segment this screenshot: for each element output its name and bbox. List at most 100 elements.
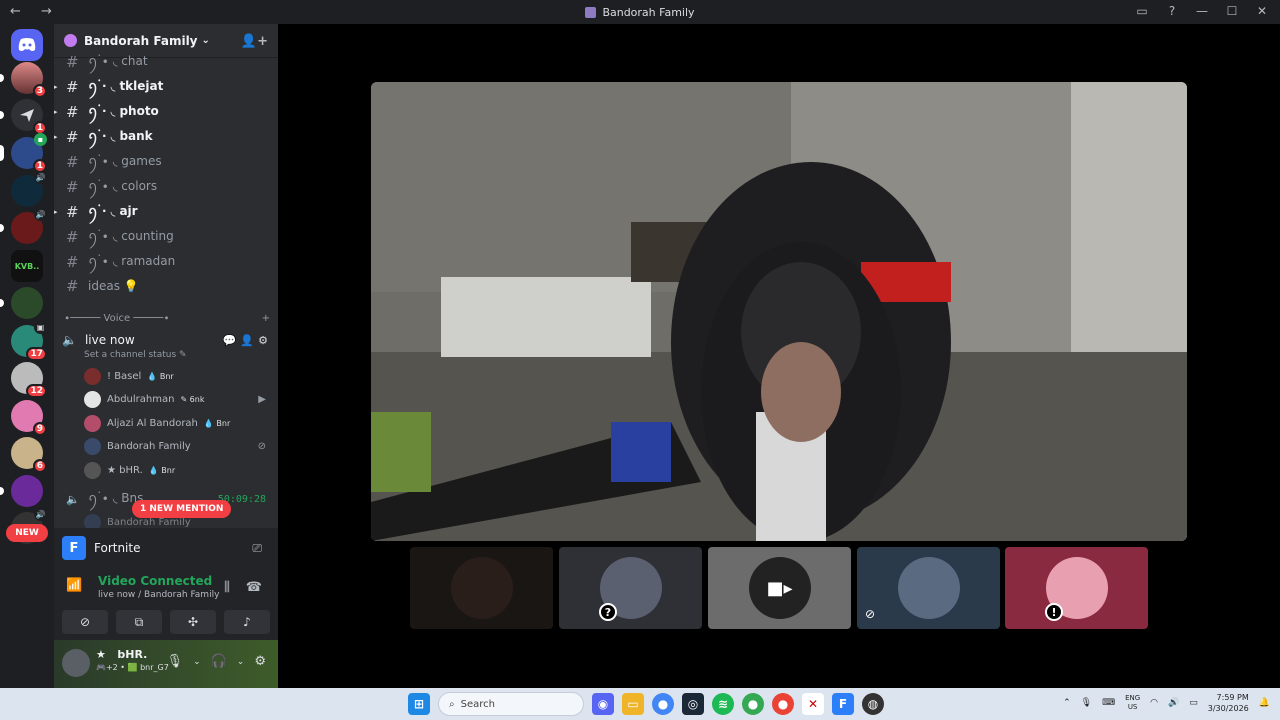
search-icon: ⌕ <box>449 698 455 710</box>
collapse-arrow-icon: ▸ <box>54 83 58 91</box>
server-7[interactable] <box>0 287 43 319</box>
activity-row[interactable]: F Fortnite ⎚ <box>62 532 270 564</box>
channel-photo[interactable]: ▸ # ꪆ۬ ∙ ◟ photo <box>54 101 278 123</box>
server-1[interactable]: 3 <box>0 62 47 98</box>
maximize-button[interactable]: ☐ <box>1224 3 1240 19</box>
channel-tklejat[interactable]: ▸ # ꪆ۬ ∙ ◟ tklejat <box>54 76 278 98</box>
chrome-icon[interactable]: ● <box>652 693 674 715</box>
discord-logo-icon <box>18 38 36 51</box>
fortnite-icon: F <box>62 536 86 560</box>
notifications-icon[interactable]: 🔔 <box>1259 698 1270 708</box>
chrome-profile-icon[interactable]: ● <box>742 693 764 715</box>
battery-icon[interactable]: ▭ <box>1189 698 1198 708</box>
gear-icon[interactable]: ⚙ <box>258 334 268 347</box>
invite-icon[interactable]: 👤+ <box>241 34 268 49</box>
server-4[interactable]: 🔊 <box>11 171 47 207</box>
microphone-icon[interactable]: 🎙 <box>167 654 184 669</box>
server-sultan[interactable]: ▣ 17 <box>11 321 47 361</box>
server-12[interactable] <box>0 475 43 507</box>
channel-ideas[interactable]: # ideas 💡 <box>54 275 278 297</box>
help-icon[interactable]: ? <box>1164 3 1180 19</box>
x-app-icon[interactable]: ✕ <box>802 693 824 715</box>
voice-user[interactable]: Abdulrahman ✎ 6nk ▶ <box>84 388 274 410</box>
windows-start-icon[interactable]: ⊞ <box>408 693 430 715</box>
avatar <box>897 557 960 619</box>
invite-icon[interactable]: 👤 <box>240 334 254 347</box>
chevron-down-icon: ⌄ <box>201 35 210 46</box>
video-camera-icon: ■▸ <box>748 557 811 619</box>
app-icon[interactable]: ◍ <box>862 693 884 715</box>
voice-channel-live-now[interactable]: 🔈 live now 💬 👤 ⚙ <box>62 330 272 350</box>
taskbar-search[interactable]: ⌕ Search <box>438 692 584 716</box>
chevron-down-icon[interactable]: ⌄ <box>237 657 245 667</box>
server-5[interactable]: 🔊 <box>0 208 47 244</box>
spotify-icon[interactable]: ≋ <box>712 693 734 715</box>
microphone-icon[interactable]: 🎙 <box>1081 698 1092 708</box>
channel-chat[interactable]: # ꪆ۬ ∙ ◟ chat <box>54 51 278 73</box>
avatar <box>84 461 101 479</box>
language-indicator[interactable]: ENG US <box>1125 694 1140 712</box>
steam-icon[interactable]: ◎ <box>682 693 704 715</box>
inbox-icon[interactable]: ▭ <box>1134 3 1150 19</box>
server-2[interactable]: 1 <box>0 99 47 135</box>
chevron-up-icon[interactable]: ⌃ <box>1063 698 1071 708</box>
file-explorer-icon[interactable]: ▭ <box>622 693 644 715</box>
add-channel-icon[interactable]: + <box>262 313 270 324</box>
noise-suppression-icon[interactable]: ⫼ <box>224 580 230 595</box>
channel-ajr[interactable]: ▸ # ꪆ۬ ∙ ◟ ajr <box>54 201 278 223</box>
screen-share-button[interactable]: ⧉ <box>116 610 162 634</box>
voice-category[interactable]: ∙───── Voice ─────∙ + <box>64 313 270 324</box>
fortnite-app-icon[interactable]: F <box>832 693 854 715</box>
chevron-down-icon[interactable]: ⌄ <box>193 657 201 667</box>
keyboard-icon[interactable]: ⌨ <box>1102 698 1115 708</box>
channel-status-hint[interactable]: Set a channel status ✎ <box>84 350 187 360</box>
channel-games[interactable]: # ꪆ۬ ∙ ◟ games <box>54 151 278 173</box>
clock[interactable]: 7:59 PM 3/30/2026 <box>1208 692 1249 714</box>
video-camera-icon: ▶ <box>258 393 266 405</box>
headphones-icon[interactable]: 🎧 <box>211 654 227 669</box>
avatar <box>84 414 101 432</box>
signal-icon[interactable]: 📶 <box>66 578 82 593</box>
participant-tile[interactable]: ⊘ <box>857 547 1000 629</box>
participant-tile[interactable] <box>410 547 553 629</box>
new-unreads-pill[interactable]: NEW <box>6 524 48 542</box>
server-3[interactable]: ▪ 1 <box>0 133 47 173</box>
hash-icon: # <box>66 228 79 246</box>
channel-colors[interactable]: # ꪆ۬ ∙ ◟ colors <box>54 176 278 198</box>
channel-ramadan[interactable]: # ꪆ۬ ∙ ◟ ramadan <box>54 251 278 273</box>
chat-bubble-icon[interactable]: 💬 <box>223 334 237 347</box>
participant-tile[interactable]: ! <box>1005 547 1148 629</box>
activities-button[interactable]: ✣ <box>170 610 216 634</box>
participant-tile[interactable]: ? <box>559 547 702 629</box>
webcam-feed <box>371 82 1187 541</box>
close-button[interactable]: ✕ <box>1254 3 1270 19</box>
discord-home-button[interactable] <box>11 29 43 61</box>
voice-user[interactable]: Aljazi Al Bandorah 💧 Bnr <box>84 412 274 434</box>
speaker-icon: 🔈 <box>66 492 80 506</box>
voice-user[interactable]: ★ bHR. 💧 Bnr <box>84 459 274 481</box>
soundboard-button[interactable]: ♪ <box>224 610 270 634</box>
channel-counting[interactable]: # ꪆ۬ ∙ ◟ counting <box>54 226 278 248</box>
voice-user[interactable]: Bandorah Family ⊘ <box>84 435 274 457</box>
participant-tile[interactable]: ■▸ <box>708 547 851 629</box>
wifi-icon[interactable]: ◠ <box>1150 698 1158 708</box>
discord-app-icon[interactable]: ◉ <box>592 693 614 715</box>
server-kvb[interactable]: KVB.. <box>11 250 43 282</box>
minimize-button[interactable]: — <box>1194 3 1210 19</box>
avatar[interactable] <box>62 649 90 677</box>
voice-user[interactable]: ! Basel 💧 Bnr <box>84 365 274 387</box>
camera-off-button[interactable]: ⊘ <box>62 610 108 634</box>
server-9[interactable]: 12 <box>11 362 47 398</box>
gear-icon[interactable]: ⚙ <box>254 654 266 669</box>
question-icon: ? <box>599 603 617 621</box>
volume-icon[interactable]: 🔊 <box>1168 698 1179 708</box>
server-10[interactable]: 9 <box>11 400 47 436</box>
chrome-profile-2-icon[interactable]: ● <box>772 693 794 715</box>
server-11[interactable]: 6 <box>11 437 47 473</box>
new-mention-pill[interactable]: 1 NEW MENTION <box>132 500 232 518</box>
stream-game-icon[interactable]: ⎚ <box>252 541 262 556</box>
channel-bank[interactable]: ▸ # ꪆ۬ ∙ ◟ bank <box>54 126 278 148</box>
main-video-stream[interactable] <box>371 82 1187 541</box>
avatar <box>84 367 101 385</box>
disconnect-icon[interactable]: ☎ <box>246 580 262 595</box>
